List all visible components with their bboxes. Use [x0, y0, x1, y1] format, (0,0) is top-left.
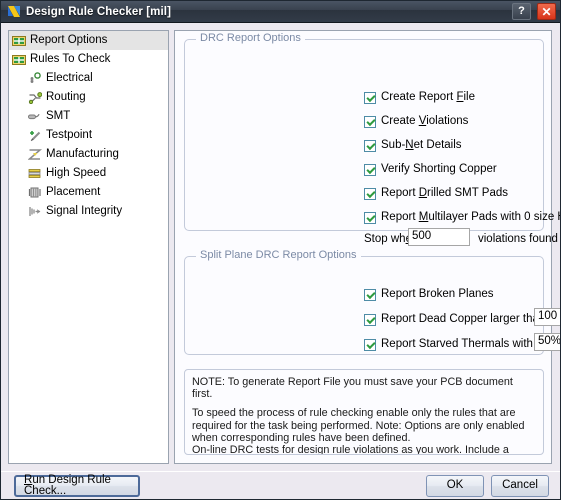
checkbox-label: Report Broken Planes [381, 288, 494, 301]
checkbox-label: Sub-Net Details [381, 139, 462, 152]
title-bar[interactable]: Design Rule Checker [mil] ? ✕ [1, 1, 560, 23]
checkbox-label: Create Violations [381, 115, 469, 128]
tree-item-label: SMT [46, 109, 71, 122]
dialog-button-bar: Run Design Rule Check... OK Cancel [1, 471, 560, 499]
note-box: NOTE: To generate Report File you must s… [184, 369, 544, 455]
cancel-button[interactable]: Cancel [491, 475, 549, 497]
tree-item-placement[interactable]: Placement [9, 183, 168, 202]
tree-item-label: Placement [46, 185, 101, 198]
report-dead-copper-checkbox[interactable]: Report Dead Copper larger than [364, 314, 545, 326]
checkbox-box[interactable] [364, 339, 376, 351]
checkbox-label: Verify Shorting Copper [381, 163, 497, 176]
options-panel: DRC Report Options Create Report File Cr… [174, 30, 560, 464]
run-design-rule-check-button[interactable]: Run Design Rule Check... [14, 473, 140, 497]
report-multilayer-pads-checkbox[interactable]: Report Multilayer Pads with 0 size Hole [364, 211, 560, 224]
drc-report-options-group: DRC Report Options [184, 33, 544, 231]
signal-integrity-icon [27, 205, 43, 219]
tree-item-label: High Speed [46, 166, 107, 179]
tree-item-label: Manufacturing [46, 147, 119, 160]
checkbox-label: Report Dead Copper larger than [381, 313, 546, 326]
dead-copper-size-input[interactable]: 100 sq. mils [534, 308, 560, 326]
checkbox-label: Report Drilled SMT Pads [381, 187, 508, 200]
checkbox-box[interactable] [364, 140, 376, 152]
checkbox-box[interactable] [364, 92, 376, 104]
tree-item-rules-to-check[interactable]: Rules To Check [9, 50, 168, 69]
checkbox-box[interactable] [364, 289, 376, 301]
report-drilled-smt-pads-checkbox[interactable]: Report Drilled SMT Pads [364, 188, 508, 200]
checkbox-box[interactable] [364, 116, 376, 128]
checkbox-box[interactable] [364, 212, 376, 224]
starved-thermals-input[interactable]: 50% [534, 333, 560, 351]
manufacturing-icon [27, 148, 43, 162]
tree-item-electrical[interactable]: Electrical [9, 69, 168, 88]
window-title: Design Rule Checker [mil] [26, 5, 172, 18]
note-line-1: NOTE: To generate Report File you must s… [192, 376, 513, 401]
folder-grid-icon [11, 34, 27, 48]
tree-item-routing[interactable]: Routing [9, 88, 168, 107]
stop-when-violations-input[interactable]: 500 [408, 228, 470, 246]
ok-button[interactable]: OK [426, 475, 484, 497]
create-violations-checkbox[interactable]: Create Violations [364, 116, 468, 128]
tree-item-label: Signal Integrity [46, 204, 123, 217]
tree-item-label: Routing [46, 90, 86, 103]
testpoint-icon [27, 129, 43, 143]
create-report-file-checkbox[interactable]: Create Report File [364, 92, 475, 104]
altium-chevron-icon [6, 4, 22, 20]
tree-item-manufacturing[interactable]: Manufacturing [9, 145, 168, 164]
tree-item-signal-integrity[interactable]: Signal Integrity [9, 202, 168, 221]
close-button[interactable]: ✕ [537, 3, 556, 20]
tree-item-report-options[interactable]: Report Options [9, 31, 168, 50]
tree-item-label: Testpoint [46, 128, 93, 141]
violations-found-label: violations found [478, 233, 558, 245]
tree-item-label: Rules To Check [30, 52, 111, 65]
folder-grid-icon [11, 53, 27, 67]
tree-item-high-speed[interactable]: High Speed [9, 164, 168, 183]
navigation-tree[interactable]: Report Options Rules To Check Electrical… [8, 30, 169, 464]
help-button[interactable]: ? [512, 3, 531, 20]
run-button-label: Run Design Rule Check... [24, 473, 111, 497]
checkbox-box[interactable] [364, 164, 376, 176]
tree-item-label: Report Options [30, 33, 108, 46]
report-starved-thermals-checkbox[interactable]: Report Starved Thermals with less than [364, 339, 560, 351]
drc-report-options-legend: DRC Report Options [196, 33, 305, 44]
routing-icon [27, 91, 43, 105]
tree-item-testpoint[interactable]: Testpoint [9, 126, 168, 145]
separator [1, 471, 560, 472]
tree-item-label: Electrical [46, 71, 93, 84]
verify-shorting-copper-checkbox[interactable]: Verify Shorting Copper [364, 164, 497, 176]
placement-icon [27, 186, 43, 200]
dialog-client-area: Report Options Rules To Check Electrical… [1, 23, 560, 499]
electrical-icon [27, 72, 43, 86]
design-rule-checker-dialog: Design Rule Checker [mil] ? ✕ Report Opt… [0, 0, 561, 500]
checkbox-label: Report Multilayer Pads with 0 size Hole [381, 211, 560, 224]
checkbox-box[interactable] [364, 314, 376, 326]
checkbox-box[interactable] [364, 188, 376, 200]
sub-net-details-checkbox[interactable]: Sub-Net Details [364, 140, 462, 152]
smt-icon [27, 110, 43, 124]
tree-item-smt[interactable]: SMT [9, 107, 168, 126]
note-line-3: On-line DRC tests for design rule violat… [192, 444, 509, 455]
report-broken-planes-checkbox[interactable]: Report Broken Planes [364, 289, 494, 301]
split-plane-options-legend: Split Plane DRC Report Options [196, 250, 361, 261]
checkbox-label: Create Report File [381, 91, 475, 104]
high-speed-icon [27, 167, 43, 181]
note-line-2: To speed the process of rule checking en… [192, 407, 525, 444]
